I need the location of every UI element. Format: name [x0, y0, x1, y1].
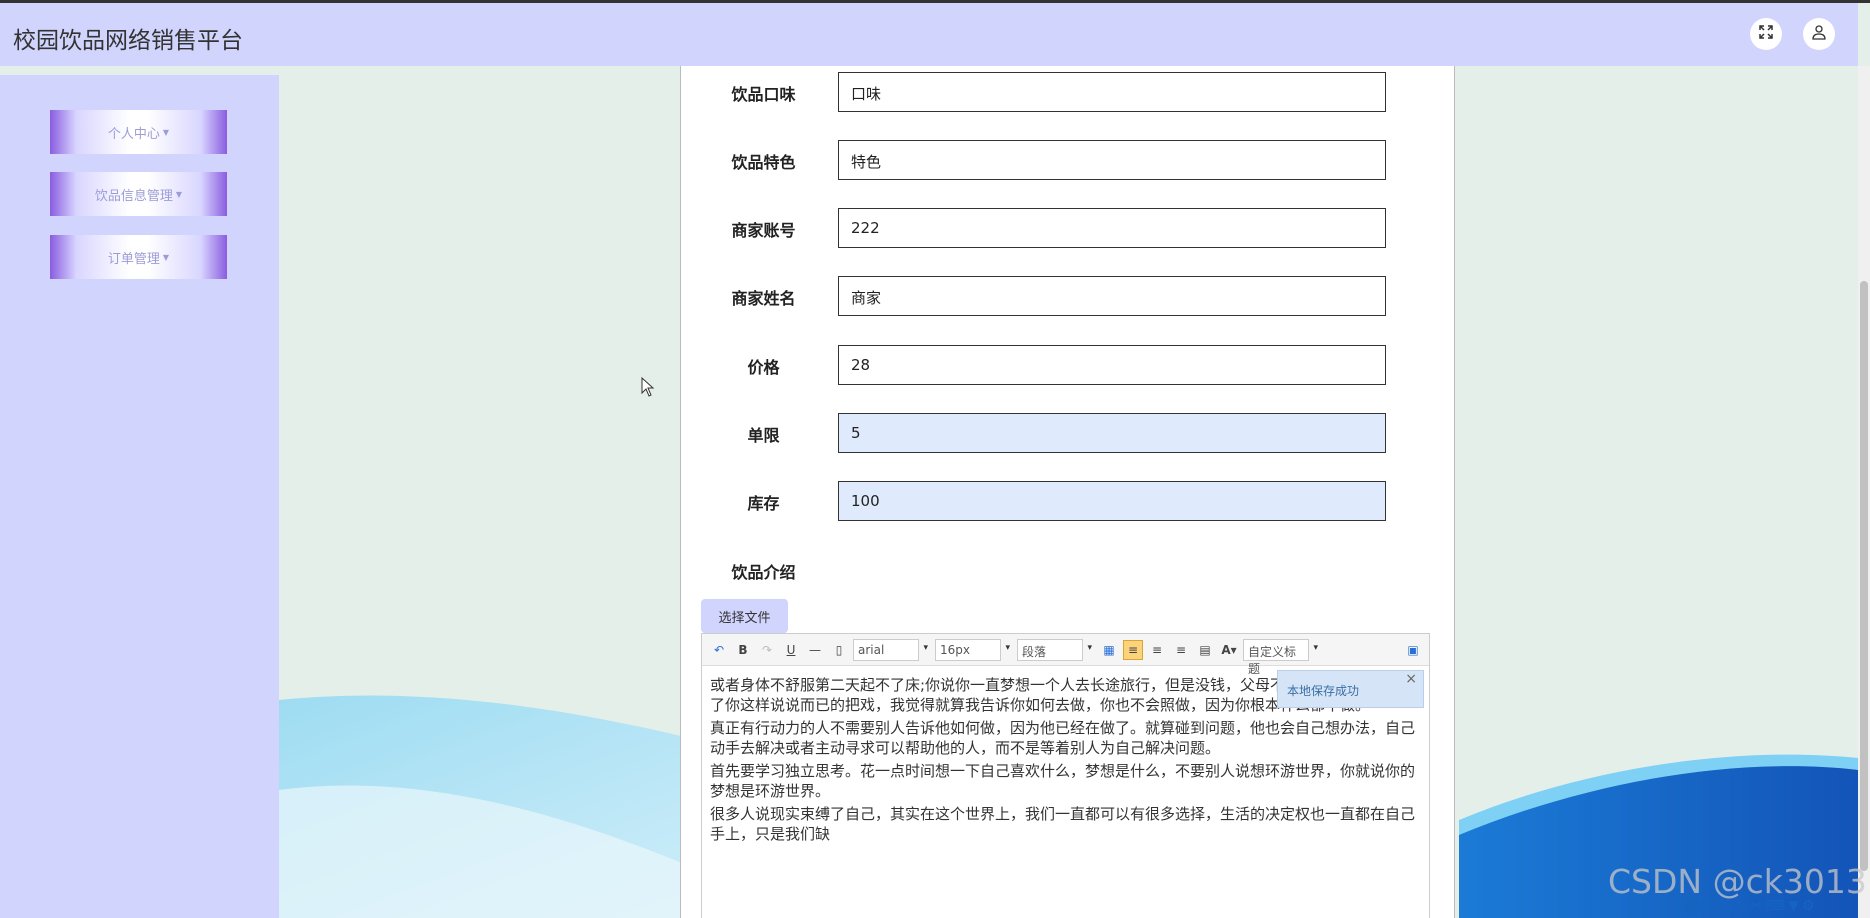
price-input[interactable]: 28: [838, 345, 1386, 385]
redo-icon[interactable]: ↷: [757, 640, 777, 660]
sidebar-item-order-management[interactable]: 订单管理 ▼: [50, 235, 227, 279]
field-label: 单限: [747, 426, 780, 445]
keyboard-icon[interactable]: ⌨: [1765, 898, 1785, 914]
custom-title-select[interactable]: 自定义标题: [1243, 638, 1318, 676]
sidebar-item-label: 订单管理: [107, 251, 160, 267]
expand-icon: [1758, 24, 1774, 44]
editor-paragraph: 首先要学习独立思考。花一点时间想一下自己喜欢什么，梦想是什么，不要别人说想环游世…: [710, 762, 1416, 800]
document-icon[interactable]: ▯: [829, 640, 849, 660]
bold-icon[interactable]: B: [733, 640, 753, 660]
pen-icon[interactable]: ✎: [1735, 898, 1747, 914]
table-icon[interactable]: ▦: [1099, 640, 1119, 660]
chevron-down-icon: ▼: [162, 127, 170, 137]
form-row-merchant-name: 商家姓名 商家: [681, 276, 1456, 316]
undo-icon[interactable]: ↶: [709, 640, 729, 660]
field-label: 饮品口味: [731, 85, 796, 104]
mouse-cursor-icon: [641, 376, 655, 401]
shirt-icon[interactable]: ▼: [1788, 898, 1799, 914]
ime-mode-label[interactable]: 中: [1704, 896, 1718, 916]
form-row-feature: 饮品特色 特色: [681, 140, 1456, 180]
paragraph-select[interactable]: 段落: [1017, 638, 1092, 661]
save-toast: 本地保存成功 ×: [1277, 670, 1424, 708]
editor-toolbar: ↶ B ↷ U — ▯ arial 16px 段落 ▦ ≡ ≡ ≡ ▤ A▾ 自…: [702, 634, 1429, 676]
choose-file-button[interactable]: 选择文件: [701, 599, 788, 633]
sidebar-item-personal-center[interactable]: 个人中心 ▼: [50, 110, 227, 154]
font-size-select[interactable]: 16px: [935, 638, 1010, 661]
settings-icon[interactable]: ⚙: [1802, 898, 1815, 914]
editor-paragraph: 很多人说现实束缚了自己，其实在这个世界上，我们一直都可以有很多选择，生活的决定权…: [710, 805, 1416, 843]
field-label: 商家账号: [731, 221, 796, 240]
sidebar-item-drink-management[interactable]: 饮品信息管理 ▼: [50, 172, 227, 216]
align-left-icon[interactable]: ≡: [1123, 639, 1143, 660]
scissors-icon[interactable]: ✂: [1750, 898, 1762, 914]
font-family-select[interactable]: arial: [853, 638, 928, 661]
stock-input[interactable]: 100: [838, 481, 1386, 521]
preview-icon[interactable]: ▣: [1403, 640, 1423, 660]
form-row-price: 价格 28: [681, 345, 1456, 385]
align-right-icon[interactable]: ≡: [1147, 640, 1167, 660]
form-panel: 饮品口味 口味 饮品特色 特色 商家账号 222 商家姓名 商家 价格 28 单…: [680, 66, 1455, 918]
sidebar-item-label: 饮品信息管理: [94, 188, 173, 204]
field-label: 库存: [747, 494, 780, 513]
field-label: 价格: [747, 358, 780, 377]
flavor-input[interactable]: 口味: [838, 72, 1386, 112]
user-icon: [1811, 24, 1827, 44]
field-label: 商家姓名: [731, 289, 796, 308]
form-row-stock: 库存 100: [681, 481, 1456, 521]
scrollbar-thumb[interactable]: [1860, 281, 1868, 871]
close-icon[interactable]: ×: [1405, 671, 1417, 687]
field-label: 饮品介绍: [731, 563, 796, 582]
app-title: 校园饮品网络销售平台: [13, 28, 243, 54]
page-scrollbar[interactable]: [1858, 66, 1870, 918]
font-color-icon[interactable]: A▾: [1219, 640, 1239, 660]
sidebar-item-label: 个人中心: [107, 126, 160, 142]
app-header: 校园饮品网络销售平台: [0, 3, 1858, 66]
punctuation-icon[interactable]: °,: [1721, 898, 1732, 914]
ime-logo-icon: [1683, 896, 1701, 915]
form-row-intro: 饮品介绍: [681, 550, 1456, 590]
field-label: 饮品特色: [731, 153, 796, 172]
form-row-limit: 单限 5: [681, 413, 1456, 453]
chevron-down-icon: ▼: [162, 252, 170, 262]
align-center-icon[interactable]: ≡: [1171, 640, 1191, 660]
fullscreen-button[interactable]: [1750, 18, 1782, 50]
ime-toolbar[interactable]: 中 °, ✎ ✂ ⌨ ▼ ⚙: [1683, 893, 1870, 918]
limit-input[interactable]: 5: [838, 413, 1386, 453]
rich-text-editor[interactable]: ↶ B ↷ U — ▯ arial 16px 段落 ▦ ≡ ≡ ≡ ▤ A▾ 自…: [701, 633, 1430, 918]
chevron-down-icon: ▼: [175, 189, 183, 199]
form-row-flavor: 饮品口味 口味: [681, 72, 1456, 112]
user-button[interactable]: [1803, 18, 1835, 50]
underline-icon[interactable]: U: [781, 640, 801, 660]
form-row-merchant-account: 商家账号 222: [681, 208, 1456, 248]
align-justify-icon[interactable]: ▤: [1195, 640, 1215, 660]
merchant-name-input[interactable]: 商家: [838, 276, 1386, 316]
sidebar: 个人中心 ▼ 饮品信息管理 ▼ 订单管理 ▼: [0, 75, 279, 918]
horizontal-rule-icon[interactable]: —: [805, 640, 825, 660]
toast-message: 本地保存成功: [1287, 684, 1360, 698]
merchant-account-input[interactable]: 222: [838, 208, 1386, 248]
editor-paragraph: 真正有行动力的人不需要别人告诉他如何做，因为他已经在做了。就算碰到问题，他也会自…: [710, 719, 1416, 757]
feature-input[interactable]: 特色: [838, 140, 1386, 180]
